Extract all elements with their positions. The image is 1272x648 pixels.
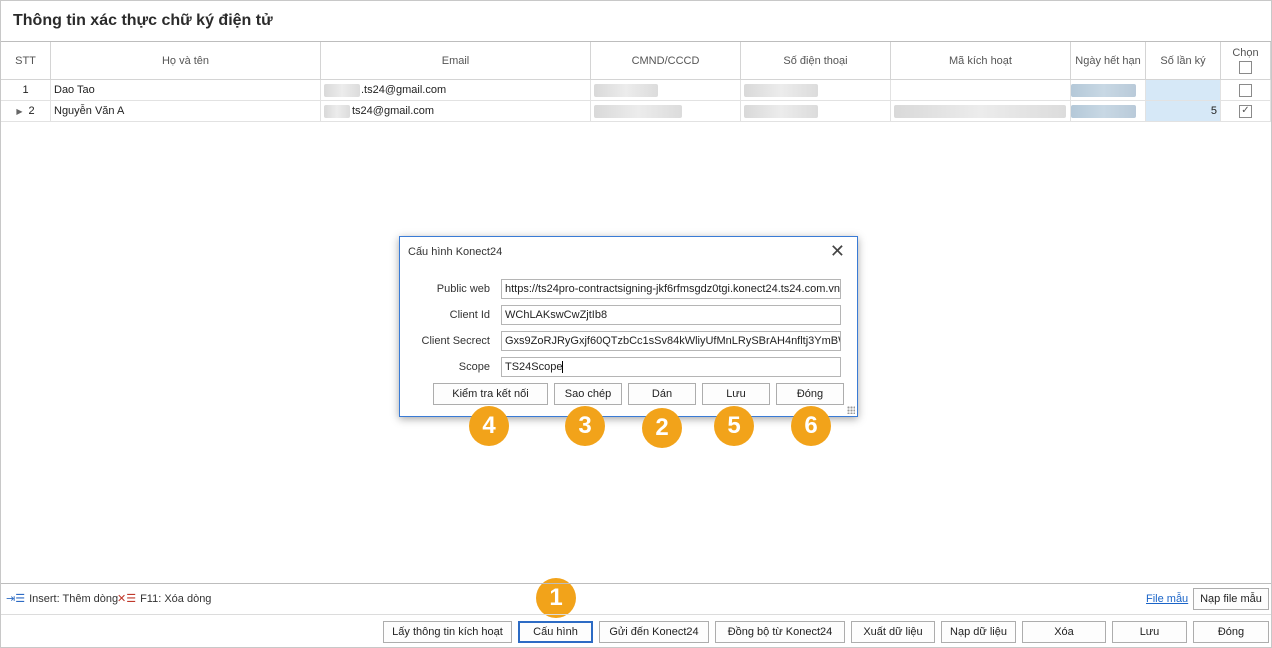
scope-label: Scope bbox=[458, 361, 490, 373]
row-select[interactable] bbox=[1221, 80, 1271, 101]
text-caret bbox=[562, 361, 564, 373]
get-activation-button[interactable]: Lấy thông tin kích hoạt bbox=[383, 621, 512, 643]
table-row[interactable]: ▶ 2 Nguyễn Văn A ts24@gmail.com 5 ✓ bbox=[1, 101, 1271, 122]
row-expiry[interactable] bbox=[1071, 101, 1146, 122]
redacted-email-prefix bbox=[324, 83, 360, 97]
config-dialog: Cấu hình Konect24 ✕ Public web https://t… bbox=[399, 236, 858, 417]
row-phone[interactable] bbox=[741, 101, 891, 122]
config-button[interactable]: Cấu hình bbox=[518, 621, 593, 643]
col-header-id[interactable]: CMND/CCCD bbox=[591, 42, 741, 80]
redacted-expiry bbox=[1071, 105, 1136, 118]
save-button[interactable]: Lưu bbox=[702, 383, 770, 405]
client-id-label: Client Id bbox=[449, 309, 490, 321]
footer-divider bbox=[1, 583, 1271, 584]
delete-hint: ✕☰ F11: Xóa dòng bbox=[117, 592, 212, 606]
insert-hint: ⇥☰ Insert: Thêm dòng bbox=[6, 592, 119, 606]
export-data-button[interactable]: Xuất dữ liệu bbox=[851, 621, 935, 643]
row-activation-code[interactable] bbox=[891, 101, 1071, 122]
row-activation-code[interactable] bbox=[891, 80, 1071, 101]
step-marker-5: 5 bbox=[714, 406, 754, 446]
row-select[interactable]: ✓ bbox=[1221, 101, 1271, 122]
row-id-number[interactable] bbox=[591, 101, 741, 122]
client-secret-field[interactable]: Gxs9ZoRJRyGxjf60QTzbCc1sSv84kWliyUfMnLRy… bbox=[501, 331, 841, 351]
row-checkbox[interactable] bbox=[1239, 83, 1252, 97]
row-name[interactable]: Dao Tao bbox=[51, 80, 321, 101]
insert-hint-text: Insert: Thêm dòng bbox=[29, 592, 119, 605]
row-checkbox[interactable]: ✓ bbox=[1239, 104, 1252, 118]
redacted-id bbox=[594, 105, 682, 118]
row-stt-text: 2 bbox=[28, 105, 35, 117]
redacted-id bbox=[594, 84, 658, 97]
step-marker-6: 6 bbox=[791, 406, 831, 446]
row-sign-count[interactable]: 5 bbox=[1146, 101, 1221, 122]
redacted-activation-code bbox=[894, 105, 1066, 118]
redacted-phone bbox=[744, 84, 818, 97]
test-connection-button[interactable]: Kiểm tra kết nối bbox=[433, 383, 548, 405]
col-header-select[interactable]: Chọn bbox=[1221, 42, 1271, 80]
step-marker-2: 2 bbox=[642, 408, 682, 448]
close-button[interactable]: Đóng bbox=[776, 383, 844, 405]
col-header-sign-count[interactable]: Số lần ký bbox=[1146, 42, 1221, 80]
row-email-text: .ts24@gmail.com bbox=[361, 84, 447, 96]
row-phone[interactable] bbox=[741, 80, 891, 101]
save-toolbar-button[interactable]: Lưu bbox=[1112, 621, 1187, 643]
paste-button[interactable]: Dán bbox=[628, 383, 696, 405]
table-row[interactable]: 1 Dao Tao .ts24@gmail.com bbox=[1, 80, 1271, 101]
sync-konect24-button[interactable]: Đồng bộ từ Konect24 bbox=[715, 621, 845, 643]
row-id-number[interactable] bbox=[591, 80, 741, 101]
row-email[interactable]: .ts24@gmail.com bbox=[321, 80, 591, 101]
client-id-field[interactable]: WChLAKswCwZjtIb8 bbox=[501, 305, 841, 325]
public-web-field[interactable]: https://ts24pro-contractsigning-jkf6rfms… bbox=[501, 279, 841, 299]
resize-grip-icon[interactable] bbox=[847, 406, 855, 414]
step-marker-4: 4 bbox=[469, 406, 509, 446]
row-email[interactable]: ts24@gmail.com bbox=[321, 101, 591, 122]
row-stt: ▶ 2 bbox=[1, 101, 51, 122]
delete-row-icon: ✕☰ bbox=[117, 593, 137, 605]
row-name[interactable]: Nguyễn Văn A bbox=[51, 101, 321, 122]
page-title: Thông tin xác thực chữ ký điện tử bbox=[13, 12, 273, 29]
col-header-select-label: Chọn bbox=[1232, 47, 1259, 59]
copy-button[interactable]: Sao chép bbox=[554, 383, 622, 405]
delete-button[interactable]: Xóa bbox=[1022, 621, 1106, 643]
load-sample-button[interactable]: Nạp file mẫu bbox=[1193, 588, 1269, 610]
step-marker-3: 3 bbox=[565, 406, 605, 446]
sample-file-link[interactable]: File mẫu bbox=[1146, 593, 1188, 605]
redacted-phone bbox=[744, 105, 818, 118]
scope-field[interactable]: TS24Scope bbox=[501, 357, 841, 377]
step-marker-1: 1 bbox=[536, 578, 576, 618]
col-header-name[interactable]: Họ và tên bbox=[51, 42, 321, 80]
row-expiry[interactable] bbox=[1071, 80, 1146, 101]
col-header-expiry[interactable]: Ngày hết hạn bbox=[1071, 42, 1146, 80]
current-row-indicator-icon: ▶ bbox=[16, 106, 23, 116]
main-window: Thông tin xác thực chữ ký điện tử STT Họ… bbox=[0, 0, 1272, 648]
col-header-stt[interactable]: STT bbox=[1, 42, 51, 80]
close-icon[interactable]: ✕ bbox=[830, 241, 845, 262]
scope-value: TS24Scope bbox=[505, 361, 563, 373]
close-toolbar-button[interactable]: Đóng bbox=[1193, 621, 1269, 643]
redacted-email-prefix bbox=[324, 104, 350, 118]
row-stt: 1 bbox=[1, 80, 51, 101]
client-secret-label: Client Secrect bbox=[421, 335, 490, 347]
dialog-title: Cấu hình Konect24 bbox=[408, 246, 503, 258]
toolbar-divider bbox=[1, 614, 1271, 615]
public-web-label: Public web bbox=[436, 283, 490, 295]
select-all-checkbox[interactable] bbox=[1239, 61, 1252, 74]
import-data-button[interactable]: Nạp dữ liệu bbox=[941, 621, 1016, 643]
col-header-phone[interactable]: Số điện thoại bbox=[741, 42, 891, 80]
send-konect24-button[interactable]: Gửi đến Konect24 bbox=[599, 621, 709, 643]
col-header-email[interactable]: Email bbox=[321, 42, 591, 80]
insert-row-icon: ⇥☰ bbox=[6, 593, 26, 605]
row-sign-count[interactable] bbox=[1146, 80, 1221, 101]
delete-hint-text: F11: Xóa dòng bbox=[140, 592, 212, 605]
row-email-text: ts24@gmail.com bbox=[352, 105, 435, 117]
redacted-expiry bbox=[1071, 84, 1136, 97]
col-header-activation[interactable]: Mã kích hoạt bbox=[891, 42, 1071, 80]
